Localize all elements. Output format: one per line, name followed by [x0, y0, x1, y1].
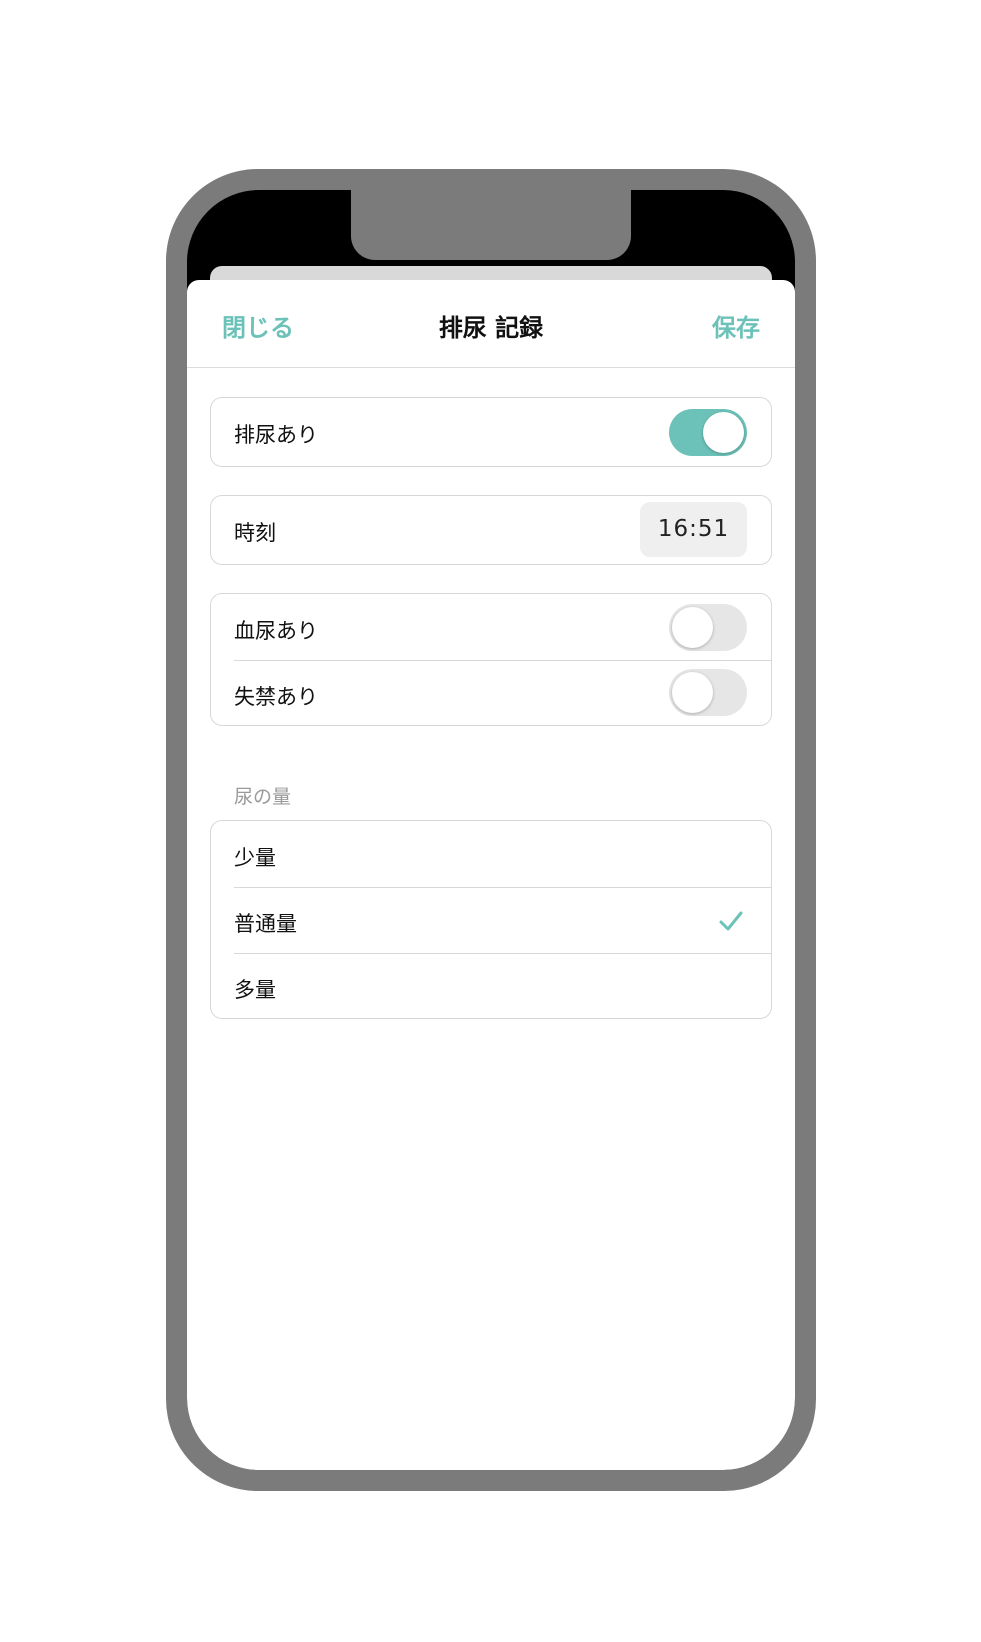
time-row: 時刻 16:51	[211, 496, 771, 564]
toggle-knob	[672, 672, 713, 713]
phone-notch	[351, 190, 631, 260]
urination-label: 排尿あり	[234, 423, 318, 447]
urination-record-sheet: 閉じる 排尿 記録 保存 排尿あり 時刻 16:51 血尿あり 失禁あり 尿の量…	[187, 280, 795, 1470]
time-group: 時刻 16:51	[210, 495, 772, 565]
hematuria-row: 血尿あり	[211, 594, 771, 660]
nav-bar: 閉じる 排尿 記録 保存	[187, 280, 795, 368]
urination-row: 排尿あり	[211, 398, 771, 466]
phone-screen: 閉じる 排尿 記録 保存 排尿あり 時刻 16:51 血尿あり 失禁あり 尿の量…	[187, 190, 795, 1470]
checkmark-icon	[719, 911, 743, 931]
amount-option-label: 少量	[234, 846, 276, 870]
hematuria-toggle[interactable]	[669, 604, 747, 651]
flags-group: 血尿あり 失禁あり	[210, 593, 772, 726]
amount-option-label: 普通量	[234, 912, 297, 936]
incontinence-label: 失禁あり	[234, 685, 318, 709]
urination-group: 排尿あり	[210, 397, 772, 467]
time-picker[interactable]: 16:51	[640, 502, 747, 557]
save-button[interactable]: 保存	[712, 308, 760, 343]
amount-option-small[interactable]: 少量	[211, 821, 771, 887]
incontinence-row: 失禁あり	[211, 660, 771, 725]
amount-group: 少量 普通量 多量	[210, 820, 772, 1019]
incontinence-toggle[interactable]	[669, 669, 747, 716]
toggle-knob	[672, 607, 713, 648]
urination-toggle[interactable]	[669, 409, 747, 456]
amount-option-large[interactable]: 多量	[211, 953, 771, 1018]
page-title: 排尿 記録	[438, 314, 544, 342]
hematuria-label: 血尿あり	[234, 619, 318, 643]
amount-section-header: 尿の量	[234, 786, 292, 808]
amount-option-normal[interactable]: 普通量	[211, 887, 771, 953]
amount-option-label: 多量	[234, 978, 276, 1002]
time-label: 時刻	[234, 521, 276, 545]
toggle-knob	[703, 412, 744, 453]
